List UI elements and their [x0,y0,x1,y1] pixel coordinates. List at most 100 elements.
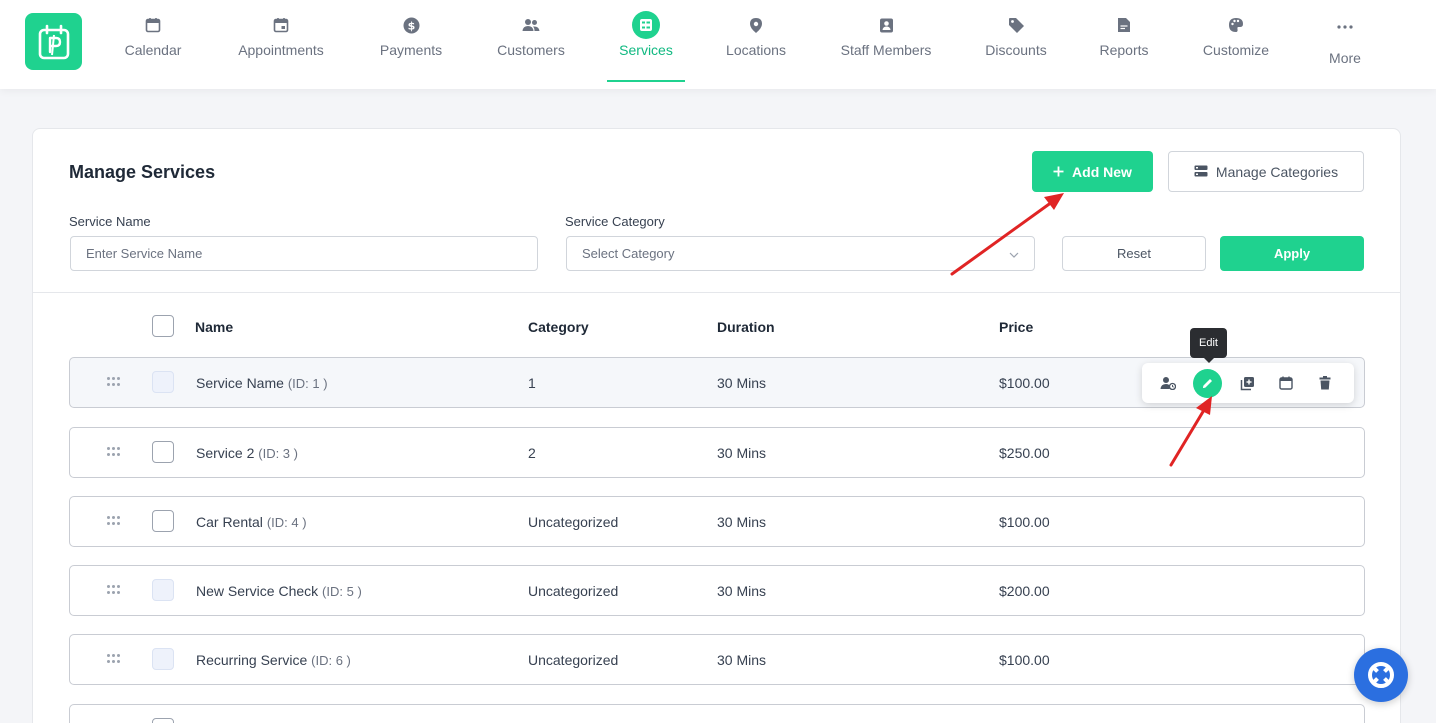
service-id: (ID: 6 ) [311,653,351,668]
table-row[interactable]: New Service Check (ID: 5 ) Uncategorized… [69,565,1365,616]
duration-cell: 30 Mins [717,375,767,391]
manage-categories-button[interactable]: Manage Categories [1168,151,1364,192]
divider [33,292,1400,293]
app-logo-icon[interactable] [25,13,82,70]
duplicate-icon[interactable] [1235,371,1259,395]
tag-icon [1007,16,1025,34]
table-row[interactable] [69,704,1365,723]
palette-icon [1227,16,1245,34]
edit-tooltip: Edit [1190,328,1227,363]
row-checkbox[interactable] [152,371,174,393]
row-checkbox[interactable] [152,648,174,670]
category-cell: Uncategorized [528,514,619,530]
add-new-button[interactable]: Add New [1032,151,1153,192]
dollar-icon: $ [402,16,420,34]
price-cell: $200.00 [999,583,1050,599]
drag-handle-icon[interactable] [107,585,121,595]
plus-icon [1053,164,1064,180]
nav-label: Payments [379,42,443,58]
row-actions [1142,363,1354,403]
category-cell: Uncategorized [528,652,619,668]
column-header-category[interactable]: Category [528,319,589,335]
trash-icon[interactable] [1313,371,1337,395]
assign-staff-icon[interactable] [1156,371,1180,395]
service-name-cell: Recurring Service (ID: 6 ) [196,652,351,668]
service-id: (ID: 1 ) [287,376,328,391]
nav-label: Locations [726,42,786,58]
service-category-value: Select Category [582,246,675,261]
calendar-icon [144,16,162,34]
nav-item-calendar[interactable]: Calendar [118,0,188,89]
nav-item-payments[interactable]: $ Payments [374,0,448,89]
nav-item-customers[interactable]: Customers [491,0,571,89]
price-cell: $250.00 [999,445,1050,461]
services-icon [632,11,660,39]
service-name-cell: Service Name (ID: 1 ) [196,375,328,391]
calendar-icon[interactable] [1274,371,1298,395]
table-row[interactable]: Recurring Service (ID: 6 ) Uncategorized… [69,634,1365,685]
column-header-duration[interactable]: Duration [717,319,775,335]
price-cell: $100.00 [999,652,1050,668]
appointment-icon [272,16,290,34]
drag-handle-icon[interactable] [107,654,121,664]
page-title: Manage Services [69,162,216,182]
nav-item-staff-members[interactable]: Staff Members [834,0,938,89]
service-id: (ID: 3 ) [258,446,298,461]
more-dots-icon [1336,18,1354,36]
service-id: (ID: 5 ) [322,584,362,599]
manage-services-card: Manage Services Add New Manage Categorie… [32,128,1401,723]
category-cell: Uncategorized [528,583,619,599]
drag-handle-icon[interactable] [107,447,121,457]
nav-item-more[interactable]: More [1320,0,1370,89]
nav-item-reports[interactable]: Reports [1094,0,1154,89]
select-all-checkbox[interactable] [152,315,174,337]
chevron-down-icon [1009,246,1019,261]
row-checkbox[interactable] [152,718,174,723]
nav-item-discounts[interactable]: Discounts [980,0,1052,89]
row-checkbox[interactable] [152,510,174,532]
help-button[interactable] [1354,648,1408,702]
nav-item-locations[interactable]: Locations [720,0,792,89]
lifebuoy-icon [1368,662,1394,688]
service-name-input[interactable] [70,236,538,271]
duration-cell: 30 Mins [717,445,767,461]
nav-label: Appointments [238,42,324,58]
service-name-cell: Service 2 (ID: 3 ) [196,445,298,461]
nav-label: Staff Members [840,42,932,58]
nav-item-appointments[interactable]: Appointments [231,0,331,89]
row-checkbox[interactable] [152,441,174,463]
table-row[interactable]: Car Rental (ID: 4 ) Uncategorized 30 Min… [69,496,1365,547]
price-cell: $100.00 [999,514,1050,530]
nav-label: Discounts [985,42,1047,58]
nav-label: Customers [497,42,565,58]
drag-handle-icon[interactable] [107,516,121,526]
edit-icon[interactable] [1193,369,1222,398]
reset-button[interactable]: Reset [1062,236,1206,271]
table-row[interactable]: Service Name (ID: 1 ) 1 30 Mins $100.00 [69,357,1365,408]
service-name: Service Name [196,375,284,391]
report-icon [1115,16,1133,34]
nav-item-services[interactable]: Services [607,0,685,89]
table-row[interactable]: Service 2 (ID: 3 ) 2 30 Mins $250.00 [69,427,1365,478]
nav-label: More [1329,50,1361,66]
duration-cell: 30 Mins [717,652,767,668]
nav-label: Calendar [124,42,182,58]
drag-handle-icon[interactable] [107,377,121,387]
price-cell: $100.00 [999,375,1050,391]
column-header-price[interactable]: Price [999,319,1033,335]
service-category-select[interactable]: Select Category [566,236,1035,271]
users-icon [522,16,540,34]
apply-button[interactable]: Apply [1220,236,1364,271]
duration-cell: 30 Mins [717,514,767,530]
duration-cell: 30 Mins [717,583,767,599]
badge-icon [877,16,895,34]
nav-label: Reports [1099,42,1149,58]
add-new-label: Add New [1072,163,1132,180]
service-name: Service 2 [196,445,255,461]
nav-item-customize[interactable]: Customize [1196,0,1276,89]
top-navigation: Calendar Appointments $ Payments Custome… [0,0,1436,89]
nav-label: Customize [1202,42,1270,58]
service-name: Recurring Service [196,652,308,668]
row-checkbox[interactable] [152,579,174,601]
column-header-name[interactable]: Name [195,319,233,335]
